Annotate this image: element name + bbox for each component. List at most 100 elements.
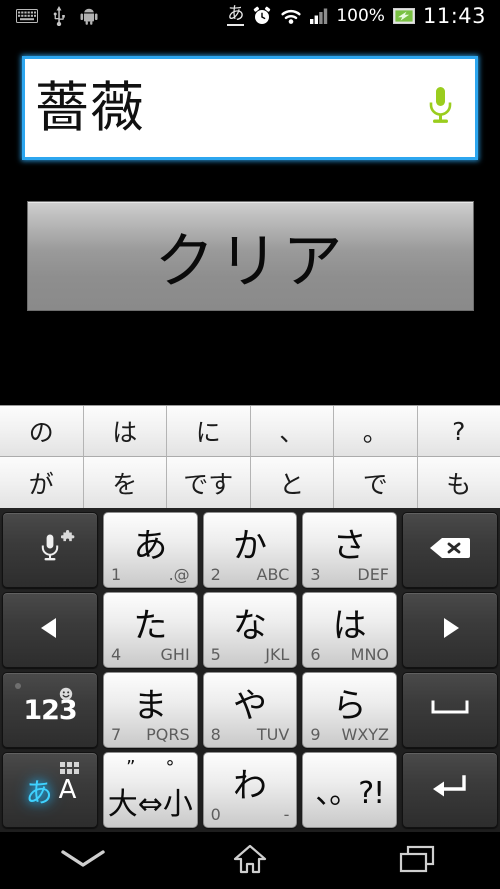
software-keyboard: の は に 、 。 ? が を です と で も あ 1 .@ か 2 ABC … [0,405,500,832]
arrow-right-icon [439,616,461,644]
suggestion-item[interactable]: の [0,406,84,457]
clear-button[interactable]: クリア [27,201,474,311]
cursor-right-key[interactable] [402,592,499,668]
key-alpha-label: .@ [168,565,190,584]
suggestion-item[interactable]: 。 [334,406,418,457]
status-bar-left-icons [8,6,98,26]
key-alpha-label: TUV [256,725,290,744]
ime-toggle-key[interactable]: あ A [2,752,98,828]
key-main-label: ら [332,685,367,726]
suggestion-item[interactable]: と [250,457,334,508]
suggestion-item[interactable]: は [83,406,167,457]
key-number-label: 7 [111,725,122,744]
dakuten-key[interactable]: ” ° 大⇔小 [103,752,198,828]
key-number-label: 8 [210,725,221,744]
key-ha[interactable]: は 6 MNO [302,592,398,668]
key-main-label: か [233,525,267,566]
key-number-label: 9 [310,725,321,744]
key-row-3: 123 ま 7 PQRS や 8 TUV ら 9 WXYZ [2,672,499,748]
usb-icon [52,6,66,26]
key-row-2: た 4 GHI な 5 JKL は 6 MNO [2,592,499,668]
key-wa[interactable]: わ 0 - [202,752,298,828]
suggestion-item[interactable]: で [334,457,418,508]
ime-toggle-alpha-label: A [58,775,77,805]
suggestion-item[interactable]: ? [417,406,500,457]
chevron-down-icon [60,848,106,874]
text-input-value: 薔薇 [35,80,145,136]
key-ka[interactable]: か 2 ABC [202,512,298,588]
key-main-label: は [332,605,367,646]
battery-percent-label: 100% [336,6,385,26]
voice-input-button[interactable] [405,85,475,131]
enter-key[interactable] [402,752,499,828]
key-grid: あ 1 .@ か 2 ABC さ 3 DEF た 4 GHI な 5 JKL は… [0,508,500,832]
phone-screen: あ 100% 11:43 薔薇 クリア の は に 、 。 ? が を です と… [0,0,500,889]
signal-icon [310,8,328,24]
suggestion-item[interactable]: を [83,457,167,508]
suggestion-item[interactable]: に [167,406,251,457]
key-main-label: 大⇔小 [107,787,193,822]
key-ma[interactable]: ま 7 PQRS [103,672,198,748]
symbols-key[interactable]: 123 [2,672,98,748]
key-main-label: 、。?! [315,776,385,811]
key-ta[interactable]: た 4 GHI [103,592,198,668]
key-a[interactable]: あ 1 .@ [103,512,198,588]
grid-icon [60,762,79,774]
space-key[interactable] [402,672,499,748]
key-row-4: あ A ” ° 大⇔小 わ 0 - 、。?! [2,752,499,828]
key-number-label: 5 [210,645,221,664]
space-icon [429,699,471,721]
suggestion-item[interactable]: も [417,457,500,508]
status-bar: あ 100% 11:43 [0,0,500,32]
key-number-label: 1 [111,565,122,584]
enter-icon [430,775,470,805]
battery-icon [392,8,415,24]
key-main-label: た [133,605,168,646]
key-main-label: ま [133,685,168,726]
key-main-label: な [233,605,267,646]
status-bar-right-icons: あ 100% 11:43 [227,4,492,28]
key-row-1: あ 1 .@ か 2 ABC さ 3 DEF [2,512,499,588]
microphone-icon [40,533,60,567]
suggestion-item[interactable]: です [167,457,251,508]
text-input-field[interactable]: 薔薇 [22,56,478,160]
puzzle-icon [60,529,75,548]
key-alpha-label: MNO [350,645,390,664]
suggestion-item[interactable]: が [0,457,84,508]
recents-icon [399,844,435,878]
key-alpha-label: PQRS [146,725,190,744]
key-alpha-label: DEF [357,565,390,584]
key-alpha-label: GHI [160,645,190,664]
key-alpha-label: JKL [265,645,290,664]
cursor-left-key[interactable] [2,592,98,668]
key-sa[interactable]: さ 3 DEF [302,512,398,588]
suggestion-item[interactable]: 、 [250,406,334,457]
voice-input-key[interactable] [2,512,98,588]
ime-toggle-kana-label: あ [25,777,53,809]
backspace-key[interactable] [402,512,499,588]
key-alpha-label: - [283,805,290,824]
keyboard-icon [16,9,38,23]
punctuation-key[interactable]: 、。?! [302,752,398,828]
navigation-bar [0,832,500,889]
key-ya[interactable]: や 8 TUV [202,672,298,748]
key-main-label: さ [332,525,367,566]
recents-button[interactable] [333,832,500,889]
dakuten-marks: ” ° [104,757,197,778]
key-na[interactable]: な 5 JKL [202,592,298,668]
wifi-icon [280,8,302,25]
key-main-label: あ [133,525,168,566]
key-alpha-label: ABC [256,565,290,584]
hide-keyboard-button[interactable] [0,832,167,889]
home-icon [233,843,267,879]
dakuten-mark: ” [126,757,136,778]
key-number-label: 0 [210,805,221,824]
key-ra[interactable]: ら 9 WXYZ [302,672,398,748]
key-main-label: わ [233,765,267,806]
key-main-label: や [233,685,267,726]
home-button[interactable] [167,832,334,889]
emoji-icon [59,687,73,705]
handakuten-mark: ° [165,757,175,778]
arrow-left-icon [39,616,61,644]
suggestion-bar: の は に 、 。 ? が を です と で も [0,405,500,508]
